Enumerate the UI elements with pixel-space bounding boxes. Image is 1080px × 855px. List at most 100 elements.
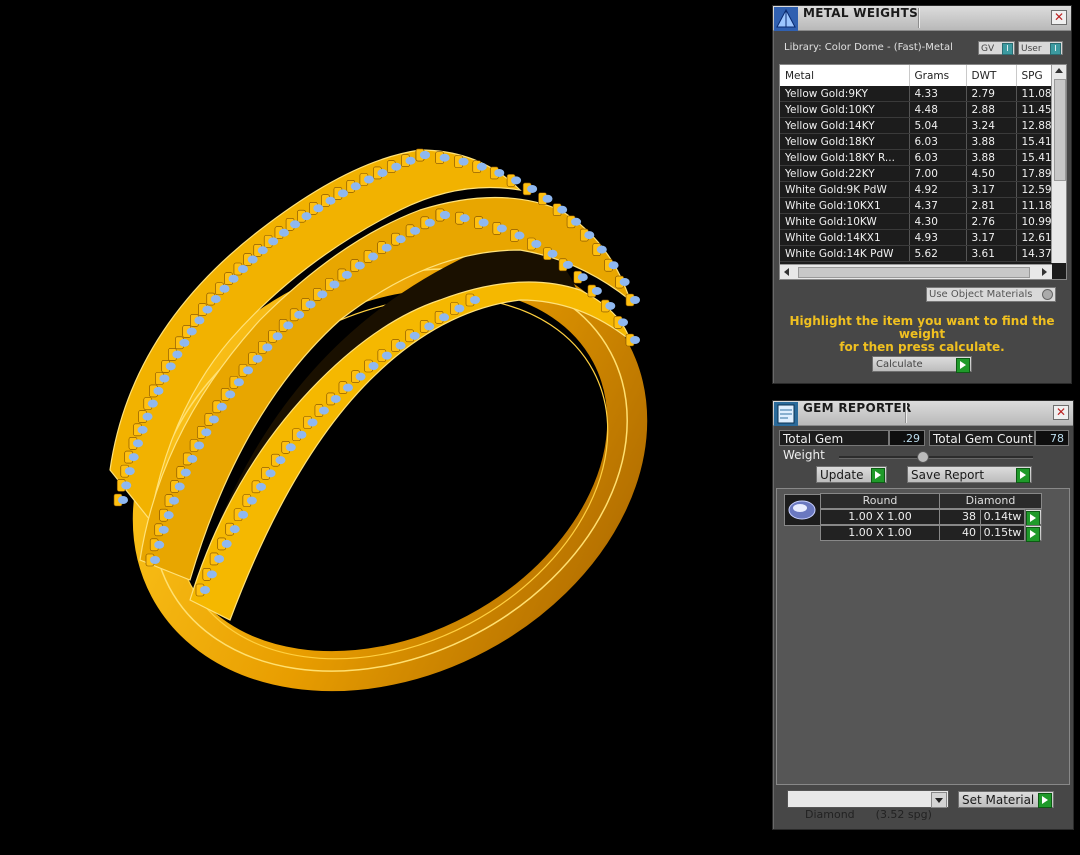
diamond-stone: [577, 273, 588, 282]
diamond-stone: [174, 482, 185, 491]
diamond-stone: [439, 313, 450, 322]
column-header-grams[interactable]: Grams: [909, 65, 967, 86]
splitter-bar[interactable]: [839, 456, 1033, 459]
metal-dwt: 2.81: [966, 197, 1017, 214]
gem-row-select-button[interactable]: [1025, 509, 1042, 526]
hscroll-thumb[interactable]: [798, 267, 1030, 278]
diamond-stone: [243, 366, 254, 375]
diamond-stone: [470, 296, 480, 304]
diamond-stone: [354, 261, 365, 270]
close-icon[interactable]: ✕: [1053, 405, 1069, 420]
diamond-stone: [294, 310, 305, 319]
instruction-line-2: for then press calculate.: [839, 340, 1005, 354]
diamond-stone: [186, 327, 197, 336]
total-gem-count-value: 78: [1035, 430, 1069, 446]
diamond-stone: [511, 176, 522, 185]
user-toggle[interactable]: User I: [1018, 41, 1063, 55]
metal-row[interactable]: Yellow Gold:22KY 7.00 4.50 17.89: [780, 165, 1066, 182]
gem-thumbnail[interactable]: [784, 494, 821, 526]
title-separator: [905, 403, 906, 423]
material-select[interactable]: Diamond (3.52 spg): [787, 790, 949, 821]
metal-name: Yellow Gold:18KY R...: [780, 149, 910, 166]
metal-grams: 4.30: [909, 213, 967, 230]
3d-viewport[interactable]: [0, 0, 770, 833]
update-button[interactable]: Update: [816, 466, 887, 483]
diamond-stone: [368, 361, 379, 370]
metal-row[interactable]: Yellow Gold:10KY 4.48 2.88 11.45: [780, 101, 1066, 118]
metal-dwt: 2.88: [966, 101, 1017, 118]
metal-row[interactable]: White Gold:14KX1 4.93 3.17 12.61: [780, 229, 1066, 246]
diamond-stone: [395, 341, 406, 350]
diamond-stone: [409, 331, 420, 340]
diamond-stone: [608, 261, 619, 270]
diamond-stone: [330, 394, 341, 403]
calculate-button[interactable]: Calculate: [872, 356, 972, 373]
diamond-stone: [571, 217, 582, 226]
diamond-stone: [246, 496, 257, 505]
metal-grams: 4.93: [909, 229, 967, 246]
diamond-stone: [124, 467, 135, 476]
total-gem-weight-label: Total Gem Weight: [779, 430, 889, 462]
splitter-knob-icon[interactable]: [917, 451, 929, 463]
metal-row[interactable]: White Gold:9K PdW 4.92 3.17 12.59: [780, 181, 1066, 198]
diamond-stone: [219, 284, 230, 293]
metal-row[interactable]: Yellow Gold:18KY R... 6.03 3.88 15.41: [780, 149, 1066, 166]
go-arrow-icon: [1016, 468, 1030, 483]
go-arrow-icon: [871, 468, 885, 483]
metal-row[interactable]: White Gold:10KW 4.30 2.76 10.99: [780, 213, 1066, 230]
column-header-material: Diamond: [939, 493, 1042, 509]
gv-toggle[interactable]: GV I: [978, 41, 1015, 55]
scroll-up-icon[interactable]: [1055, 68, 1063, 73]
instruction-text: Highlight the item you want to find the …: [773, 315, 1071, 354]
use-object-materials-toggle[interactable]: Use Object Materials: [926, 287, 1056, 302]
diamond-stone: [214, 554, 225, 563]
metal-weights-titlebar[interactable]: METAL WEIGHTS ✕: [773, 6, 1071, 31]
gem-count: 38: [939, 509, 981, 525]
diamond-stone: [233, 378, 244, 387]
close-icon[interactable]: ✕: [1051, 10, 1067, 25]
gem-reporter-titlebar[interactable]: GEM REPORTER ✕: [773, 401, 1073, 426]
diamond-stone: [221, 539, 232, 548]
metal-dwt: 3.88: [966, 149, 1017, 166]
diamond-stone: [318, 406, 329, 415]
diamond-stone: [285, 443, 296, 452]
diamond-stone: [163, 511, 174, 520]
diamond-stone: [210, 295, 221, 304]
column-header-dwt[interactable]: DWT: [966, 65, 1017, 86]
chevron-down-icon[interactable]: [931, 792, 947, 808]
save-report-button[interactable]: Save Report: [907, 466, 1032, 483]
diamond-stone: [225, 390, 236, 399]
library-label: Library: Color Dome - (Fast)-Metal: [784, 42, 953, 53]
diamond-stone: [557, 205, 568, 214]
diamond-stone: [363, 175, 374, 184]
pyramid-icon: [774, 7, 798, 31]
diamond-stone: [381, 243, 392, 252]
diamond-stone: [325, 196, 336, 205]
metal-row[interactable]: White Gold:14K PdW 5.62 3.61 14.37: [780, 245, 1066, 262]
diamond-stone: [206, 570, 217, 579]
diamond-stone: [439, 153, 450, 162]
go-arrow-icon: [1038, 793, 1052, 808]
instruction-line-1: Highlight the item you want to find the …: [789, 314, 1055, 341]
material-select-value: Diamond (3.52 spg): [805, 808, 932, 821]
metal-row[interactable]: White Gold:10KX1 4.37 2.81 11.18: [780, 197, 1066, 214]
metal-name: White Gold:14K PdW: [780, 245, 910, 262]
scroll-left-icon[interactable]: [784, 268, 789, 276]
diamond-stone: [405, 156, 416, 165]
diamond-stone: [159, 374, 170, 383]
diamond-stone: [252, 354, 263, 363]
gem-row-select-button[interactable]: [1025, 525, 1042, 542]
set-material-button[interactable]: Set Material: [958, 791, 1054, 808]
diamond-stone: [458, 157, 469, 166]
scroll-right-icon[interactable]: [1042, 268, 1047, 276]
diamond-stone: [265, 469, 276, 478]
diamond-stone: [584, 231, 595, 240]
metal-row[interactable]: Yellow Gold:18KY 6.03 3.88 15.41: [780, 133, 1066, 150]
metal-row[interactable]: Yellow Gold:9KY 4.33 2.79 11.08: [780, 86, 1066, 102]
metal-row[interactable]: Yellow Gold:14KY 5.04 3.24 12.88: [780, 117, 1066, 134]
scroll-thumb[interactable]: [1054, 79, 1066, 181]
column-header-metal[interactable]: Metal: [780, 65, 910, 86]
vertical-scrollbar[interactable]: [1051, 65, 1066, 263]
diamond-stone: [200, 586, 210, 594]
horizontal-scrollbar[interactable]: [780, 264, 1052, 279]
